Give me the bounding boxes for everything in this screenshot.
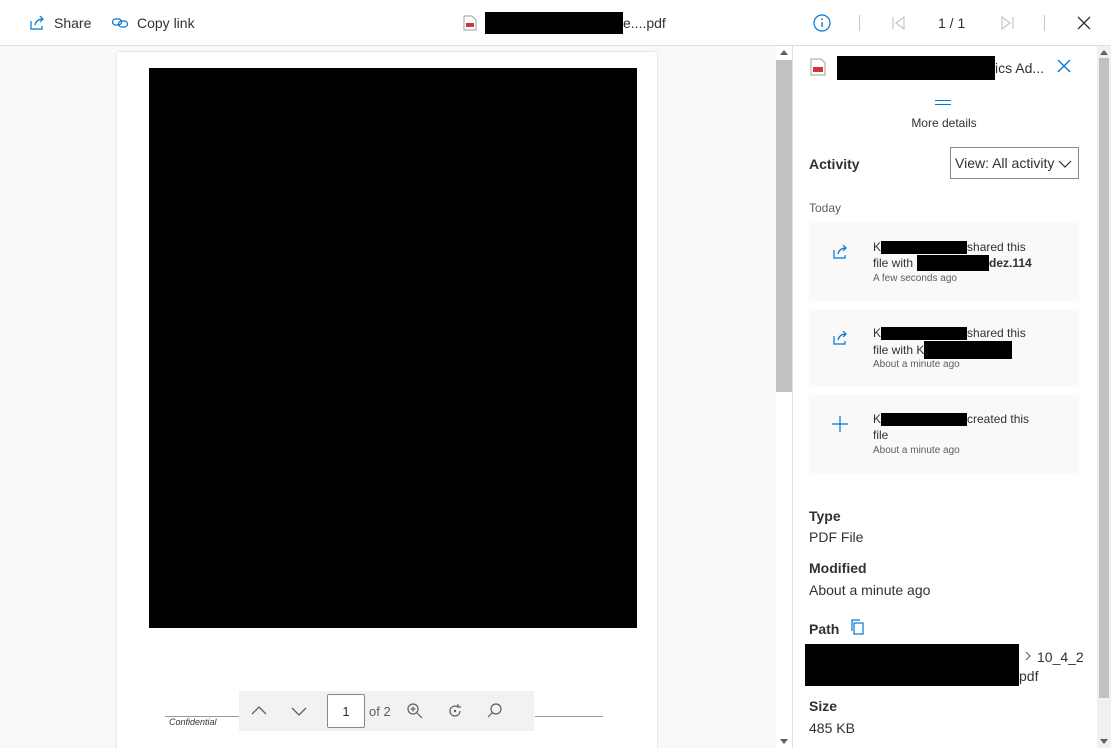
page-indicator: 1 / 1 xyxy=(938,15,966,31)
share-icon xyxy=(833,244,847,259)
activity-action: created this xyxy=(967,412,1030,426)
document-viewer[interactable]: Confidential 1 of 2 xyxy=(0,46,776,748)
activity-target-prefix: file xyxy=(873,428,889,442)
size-label: Size xyxy=(809,698,838,714)
copy-link-button[interactable]: Copy link xyxy=(111,0,195,46)
activity-target-prefix: file with xyxy=(873,256,914,270)
page-number-input[interactable]: 1 xyxy=(327,694,365,728)
share-icon xyxy=(833,330,847,345)
scrollbar-thumb[interactable] xyxy=(1099,58,1109,698)
copy-icon[interactable] xyxy=(849,619,865,635)
modified-value: About a minute ago xyxy=(809,582,931,598)
activity-item[interactable]: Kcreated this file About a minute ago xyxy=(809,395,1079,473)
activity-action: shared this xyxy=(967,326,1026,340)
close-panel-icon[interactable] xyxy=(1055,57,1073,75)
redacted-text xyxy=(924,341,1013,359)
share-button[interactable]: Share xyxy=(28,0,91,46)
redacted-text xyxy=(881,412,968,426)
pdf-file-icon xyxy=(810,58,826,76)
redacted-text xyxy=(917,255,990,271)
scroll-down-arrow[interactable] xyxy=(780,739,788,744)
pdf-navigation-toolbar: 1 of 2 xyxy=(239,691,534,731)
zoom-in-icon xyxy=(407,703,423,719)
next-page-button[interactable] xyxy=(279,691,319,731)
redacted-text xyxy=(485,12,623,34)
previous-page-button[interactable] xyxy=(239,691,279,731)
chevron-down-icon xyxy=(1058,160,1072,168)
viewer-toolbar: Share Copy link e....pdf 1 / 1 xyxy=(0,0,1111,46)
activity-actor: K xyxy=(873,240,882,254)
footer-rule xyxy=(535,716,603,717)
rotate-button[interactable] xyxy=(435,691,475,731)
size-value: 485 KB xyxy=(809,720,855,736)
activity-target-prefix: file with K xyxy=(873,343,925,357)
drag-handle-icon[interactable] xyxy=(935,100,951,108)
file-title: e....pdf xyxy=(463,0,666,46)
toolbar-divider xyxy=(859,15,860,31)
pdf-page: Confidential xyxy=(117,52,657,748)
activity-group-label: Today xyxy=(809,201,842,215)
redacted-text xyxy=(881,326,968,340)
last-page-icon[interactable] xyxy=(998,14,1016,32)
more-details-link[interactable]: More details xyxy=(793,116,1095,130)
modified-label: Modified xyxy=(809,560,867,576)
copy-link-label: Copy link xyxy=(137,15,195,31)
zoom-in-button[interactable] xyxy=(395,691,435,731)
share-label: Share xyxy=(54,15,92,31)
activity-description: Kshared this file with K xyxy=(873,325,1073,359)
type-value: PDF File xyxy=(809,529,864,545)
activity-description: Kshared this file with dez.114 xyxy=(873,239,1073,271)
chevron-up-icon xyxy=(251,706,267,715)
path-extension: pdf xyxy=(1019,668,1039,684)
close-icon[interactable] xyxy=(1074,13,1094,33)
search-button[interactable] xyxy=(475,691,515,731)
type-label: Type xyxy=(809,508,841,524)
activity-actor: K xyxy=(873,412,882,426)
footer-confidential: Confidential xyxy=(169,717,217,727)
toolbar-divider xyxy=(1044,15,1045,31)
panel-file-title: ics Ad... xyxy=(837,56,1044,80)
activity-heading: Activity xyxy=(809,156,860,172)
file-title-suffix: e....pdf xyxy=(623,15,666,31)
path-tail: 10_4_2 xyxy=(1037,649,1084,665)
rotate-icon xyxy=(449,704,461,717)
activity-time: About a minute ago xyxy=(873,359,960,370)
panel-scrollbar[interactable] xyxy=(1097,46,1111,748)
path-label: Path xyxy=(809,621,840,637)
pdf-file-icon xyxy=(463,15,477,31)
first-page-icon[interactable] xyxy=(890,14,908,32)
search-icon xyxy=(487,703,502,718)
details-panel: ics Ad... More details Activity View: Al… xyxy=(792,46,1111,748)
activity-action: shared this xyxy=(967,240,1026,254)
scroll-up-arrow[interactable] xyxy=(1100,50,1108,55)
redacted-text xyxy=(837,56,995,80)
scrollbar-thumb[interactable] xyxy=(776,60,792,392)
chevron-down-icon xyxy=(291,707,307,716)
activity-target: dez.114 xyxy=(989,256,1032,270)
page-total: of 2 xyxy=(369,703,391,719)
activity-item[interactable]: Kshared this file with dez.114 A few seco… xyxy=(809,223,1079,301)
activity-description: Kcreated this file xyxy=(873,411,1073,443)
chevron-right-icon xyxy=(1025,651,1031,661)
activity-actor: K xyxy=(873,326,882,340)
scroll-up-arrow[interactable] xyxy=(780,50,788,55)
activity-time: About a minute ago xyxy=(873,445,960,456)
scroll-down-arrow[interactable] xyxy=(1100,739,1108,744)
document-scrollbar[interactable] xyxy=(776,46,792,748)
activity-time: A few seconds ago xyxy=(873,273,957,284)
plus-icon xyxy=(832,416,848,432)
activity-filter-value: View: All activity xyxy=(955,155,1055,171)
activity-filter-dropdown[interactable]: View: All activity xyxy=(950,147,1079,179)
redacted-path xyxy=(805,644,1019,686)
activity-item[interactable]: Kshared this file with K About a minute … xyxy=(809,309,1079,387)
redacted-text xyxy=(881,240,968,254)
redacted-page-content xyxy=(149,68,637,628)
info-icon[interactable] xyxy=(812,13,832,33)
panel-title-suffix: ics Ad... xyxy=(995,60,1045,76)
link-icon xyxy=(111,18,129,28)
share-icon xyxy=(30,15,44,30)
